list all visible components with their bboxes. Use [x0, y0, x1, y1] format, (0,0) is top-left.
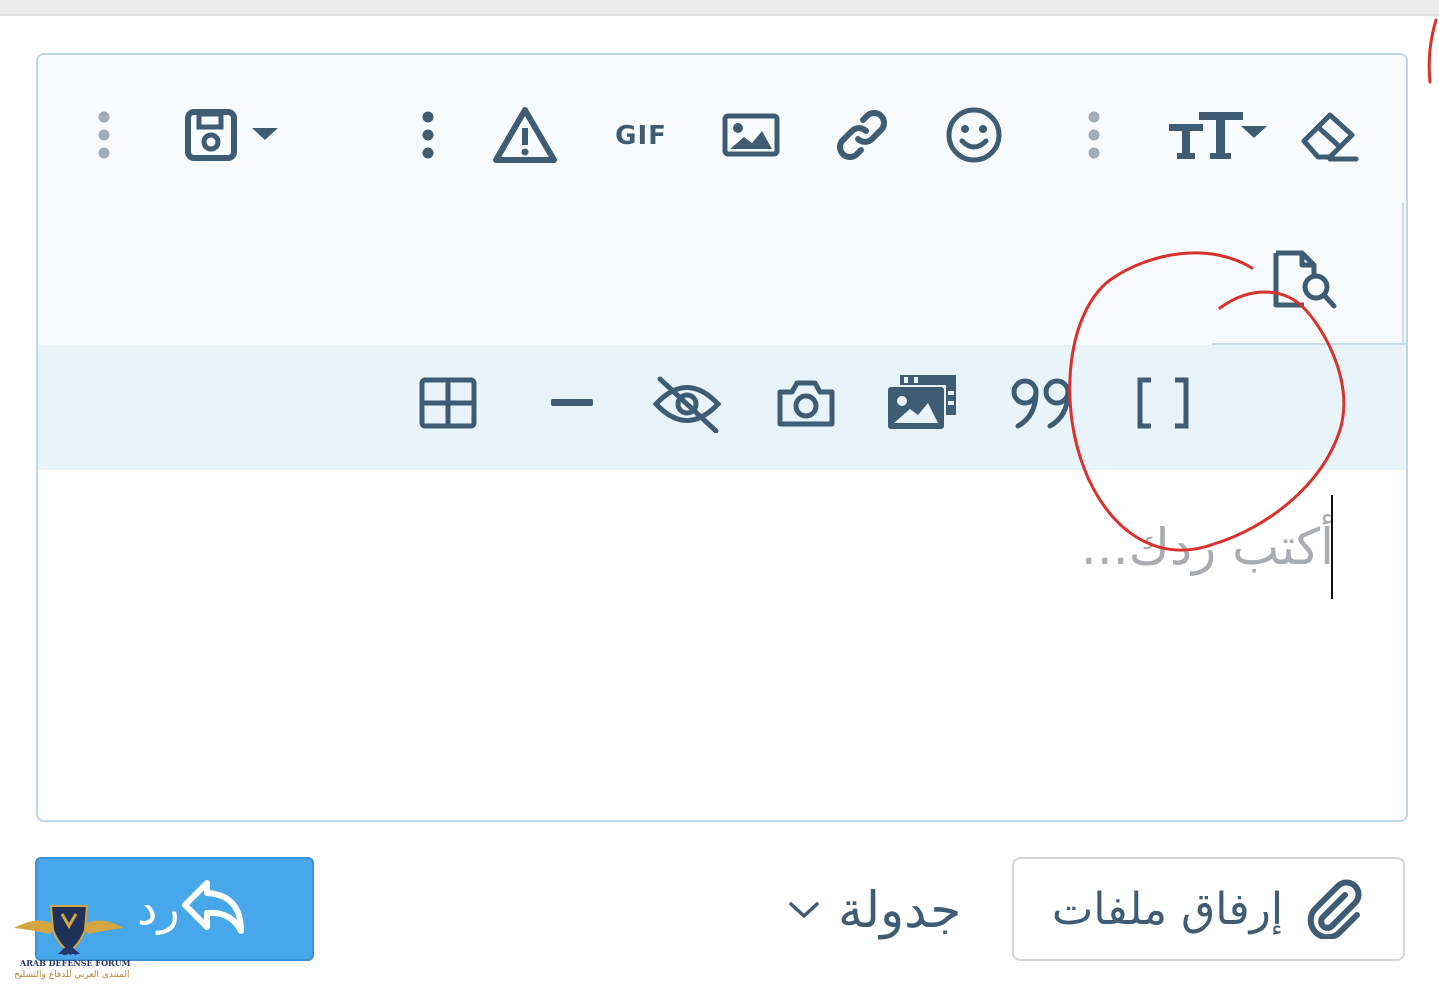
spoiler-icon [652, 376, 722, 433]
gallery-icon [888, 375, 956, 429]
camera-button[interactable] [774, 373, 838, 433]
code-button[interactable] [1130, 373, 1196, 433]
code-brackets-icon [1137, 377, 1189, 429]
save-draft-button[interactable] [184, 105, 280, 165]
insert-table-button[interactable] [416, 373, 480, 433]
editor-toolbar-main: GIF [38, 55, 1406, 345]
reply-button-label: رد [137, 881, 180, 935]
more-options-button-left[interactable] [84, 105, 124, 165]
schedule-label: جدولة [838, 881, 962, 939]
preview-button[interactable] [1270, 245, 1340, 315]
more-vertical-icon [422, 111, 434, 159]
logo-text-arabic: المنتدى العربي للدفاع والتسليح [14, 970, 130, 980]
logo-text-english: ARAB DEFENSE FORUM [20, 958, 131, 968]
text-caret [1331, 495, 1333, 599]
browser-top-strip [0, 0, 1439, 16]
more-vertical-icon [1088, 111, 1100, 159]
toolbar-edge [1402, 203, 1404, 345]
text-size-icon [1169, 112, 1267, 159]
logo-letters: DA [62, 948, 77, 958]
more-vertical-icon [98, 111, 110, 159]
table-icon [419, 377, 477, 429]
attach-files-button[interactable]: إرفاق ملفات [1012, 857, 1405, 961]
horizontal-rule-icon [551, 399, 593, 406]
reply-arrow-icon [182, 880, 244, 934]
warning-icon [493, 107, 557, 163]
spoiler-button[interactable] [650, 373, 724, 435]
image-icon [722, 113, 780, 157]
reply-placeholder: أكتب ردك... [1080, 518, 1334, 576]
more-options-button-right[interactable] [1074, 105, 1114, 165]
paperclip-icon [1307, 879, 1362, 939]
chevron-down-icon [789, 902, 819, 918]
editor-toolbar-secondary [38, 345, 1406, 470]
link-icon [837, 110, 887, 160]
eraser-icon [1301, 112, 1359, 162]
save-draft-icon [185, 109, 278, 161]
preview-icon [1273, 250, 1337, 309]
forum-watermark-logo: DA ARAB DEFENSE FORUM المنتدى العربي للد… [10, 896, 131, 984]
schedule-dropdown[interactable]: جدولة [788, 870, 961, 950]
attach-files-label: إرفاق ملفات [1051, 883, 1284, 935]
quote-icon [1011, 378, 1071, 429]
smiley-icon [946, 107, 1002, 163]
horizontal-rule-button[interactable] [542, 383, 602, 423]
gif-button[interactable]: GIF [606, 111, 676, 161]
quote-button[interactable] [1008, 373, 1078, 433]
warning-button[interactable] [490, 103, 560, 167]
camera-icon [777, 380, 835, 427]
insert-gallery-button[interactable] [884, 369, 960, 435]
more-options-button[interactable] [408, 105, 448, 165]
remove-formatting-button[interactable] [1296, 101, 1362, 167]
insert-image-button[interactable] [718, 107, 784, 163]
insert-link-button[interactable] [828, 103, 896, 167]
text-size-button[interactable] [1162, 105, 1272, 165]
emoji-button[interactable] [942, 103, 1006, 167]
reply-editor[interactable]: GIF أكتب ردك... [36, 53, 1408, 822]
reply-text-area[interactable]: أكتب ردك... [38, 470, 1406, 820]
gif-icon: GIF [615, 121, 667, 151]
